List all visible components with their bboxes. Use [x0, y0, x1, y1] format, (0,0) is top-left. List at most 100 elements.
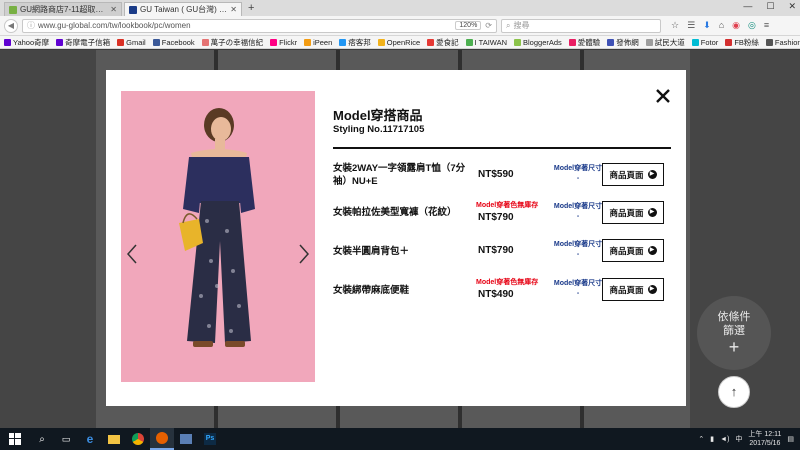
firefox-icon[interactable]	[150, 428, 174, 450]
edge-icon[interactable]: e	[78, 428, 102, 450]
tab-close-icon[interactable]: ✕	[230, 5, 237, 14]
notifications-icon[interactable]: ▤	[787, 435, 794, 443]
pocket-icon[interactable]: ◉	[732, 20, 740, 31]
bookmark-label: Gmail	[126, 37, 146, 47]
lookbook-page: 依條件 篩選 + ↑ Model穿搭商品 Styling No.11717105…	[0, 50, 800, 428]
search-icon: ⌕	[506, 20, 511, 30]
back-icon[interactable]: ◀	[4, 18, 18, 33]
product-price: NT$790	[478, 212, 514, 223]
previous-arrow-icon[interactable]	[125, 243, 139, 265]
back-to-top-button[interactable]: ↑	[718, 376, 750, 408]
bookmark-favicon-icon	[427, 38, 435, 46]
model-size: Model穿著尺寸 -	[548, 164, 608, 184]
bookmark-favicon-icon	[152, 38, 160, 46]
bookmark-item[interactable]: 發佈網	[607, 37, 639, 48]
windows-start-icon[interactable]	[0, 428, 30, 450]
next-arrow-icon[interactable]	[297, 243, 311, 265]
network-icon[interactable]: ▮	[710, 435, 714, 443]
file-explorer-icon[interactable]	[102, 428, 126, 450]
bookmark-favicon-icon	[56, 38, 64, 46]
bookmark-favicon-icon	[691, 38, 699, 46]
bookmark-item[interactable]: 愛食記	[427, 37, 459, 48]
promo-note: Model穿著色無庫存	[476, 279, 539, 286]
product-row: 女裝半圓肩背包＋ NT$790 Model穿著尺寸 - 商品頁面 ▶	[333, 236, 673, 266]
bookmark-item[interactable]: Fotor	[691, 38, 718, 47]
clock[interactable]: 上午 12:11 2017/5/16	[748, 430, 781, 448]
chrome-icon[interactable]	[126, 428, 150, 450]
bookmark-item[interactable]: Yahoo奇摩	[4, 37, 49, 48]
menu-icon[interactable]: ≡	[764, 20, 769, 31]
address-bar[interactable]: ⓘ www.gu-global.com/tw/lookbook/pc/women…	[22, 18, 497, 33]
minimize-icon[interactable]: —	[743, 1, 752, 12]
divider	[333, 147, 671, 149]
bookmark-favicon-icon	[201, 38, 209, 46]
bookmark-item[interactable]: 奇摩電子信箱	[56, 37, 110, 48]
product-page-button[interactable]: 商品頁面 ▶	[602, 201, 664, 224]
bookmark-item[interactable]: 萬子の幸福信紀	[201, 37, 263, 48]
bookmark-item[interactable]: Facebook	[152, 38, 195, 47]
task-view-icon[interactable]: ▭	[54, 428, 78, 450]
browser-tab-gu-store[interactable]: GU網路商店7-11超取免運服 ✕	[4, 2, 122, 16]
search-input[interactable]: ⌕ 搜尋	[501, 18, 661, 33]
zoom-indicator[interactable]: 120%	[455, 21, 482, 30]
bookmark-item[interactable]: OpenRice	[377, 38, 420, 47]
model-size-label: Model穿著尺寸	[553, 241, 603, 248]
photos-icon[interactable]	[174, 428, 198, 450]
styling-modal: Model穿搭商品 Styling No.11717105 女裝2WAY一字領露…	[106, 70, 686, 406]
reading-list-icon[interactable]: ☰	[687, 20, 695, 31]
page-background-right	[690, 50, 800, 428]
model-size: Model穿著尺寸 -	[548, 279, 608, 299]
arrow-right-icon: ▶	[647, 285, 657, 294]
tab-favicon-icon	[9, 5, 17, 14]
arrow-right-icon: ▶	[647, 170, 657, 179]
product-page-button[interactable]: 商品頁面 ▶	[602, 163, 664, 186]
bookmark-item[interactable]: BloggerAds	[514, 38, 562, 47]
bookmark-item[interactable]: 愛體驗	[568, 37, 600, 48]
input-method-icon[interactable]: 中	[735, 434, 742, 444]
star-icon[interactable]: ☆	[671, 20, 679, 31]
photoshop-icon[interactable]: Ps	[198, 428, 222, 450]
product-row: 女裝帕拉佐美型寬褲（花紋） Model穿著色無庫存 NT$790 Model穿著…	[333, 198, 673, 228]
chevron-up-icon[interactable]: ⌃	[698, 435, 704, 443]
browser-tab-gu-taiwan[interactable]: GU Taiwan ( GU台灣) | 國際 ✕	[124, 2, 242, 16]
windows-taskbar: ⌕ ▭ e Ps ⌃ ▮ ◄) 中 上午 12:11 2017/5/16 ▤	[0, 428, 800, 450]
bookmarks-bar: Yahoo奇摩 奇摩電子信箱 Gmail Facebook 萬子の幸福信紀 Flickr i…	[0, 36, 800, 49]
bookmark-favicon-icon	[304, 38, 312, 46]
sync-icon[interactable]: ◎	[748, 20, 756, 31]
volume-icon[interactable]: ◄)	[720, 436, 729, 443]
home-icon[interactable]: ⌂	[719, 20, 724, 31]
button-label: 商品頁面	[609, 284, 644, 295]
close-icon[interactable]	[655, 88, 671, 104]
product-price: NT$490	[478, 289, 514, 300]
model-size-label: Model穿著尺寸	[553, 280, 603, 287]
reload-icon[interactable]: ⟳	[485, 21, 492, 30]
bookmark-item[interactable]: Gmail	[117, 38, 146, 47]
browser-tab-strip: GU網路商店7-11超取免運服 ✕ GU Taiwan ( GU台灣) | 國際…	[0, 0, 800, 16]
bookmark-item[interactable]: FB粉絲	[725, 37, 759, 48]
bookmark-item[interactable]: I TAIWAN	[465, 38, 507, 47]
product-page-button[interactable]: 商品頁面 ▶	[602, 239, 664, 262]
tab-close-icon[interactable]: ✕	[110, 5, 117, 14]
promo-note: Model穿著色無庫存	[476, 202, 539, 209]
bookmark-label: iPeen	[313, 37, 333, 47]
filter-button[interactable]: 依條件 篩選 +	[697, 296, 771, 370]
product-page-button[interactable]: 商品頁面 ▶	[602, 278, 664, 301]
product-row: 女裝2WAY一字領露肩T恤（7分袖）NU+E NT$590 Model穿著尺寸 …	[333, 160, 673, 190]
model-size-value: -	[576, 251, 580, 258]
product-name: 女裝帕拉佐美型寬褲（花紋）	[333, 207, 457, 218]
model-illustration	[121, 91, 315, 382]
bookmark-item[interactable]: Flickr	[270, 38, 297, 47]
bookmark-item[interactable]: FashionGuide	[765, 38, 800, 47]
bookmark-item[interactable]: 試民大道	[645, 37, 685, 48]
model-photo	[121, 91, 315, 382]
download-icon[interactable]: ⬇	[703, 20, 711, 31]
bookmark-item[interactable]: 痞客邦	[339, 37, 371, 48]
bookmark-favicon-icon	[377, 38, 385, 46]
button-label: 商品頁面	[609, 207, 644, 218]
search-icon[interactable]: ⌕	[30, 428, 54, 450]
bookmark-item[interactable]: iPeen	[304, 38, 332, 47]
info-icon[interactable]: ⓘ	[27, 20, 35, 31]
maximize-icon[interactable]: ☐	[766, 1, 774, 12]
window-close-icon[interactable]: ✕	[788, 1, 796, 12]
new-tab-button[interactable]: +	[248, 2, 254, 16]
